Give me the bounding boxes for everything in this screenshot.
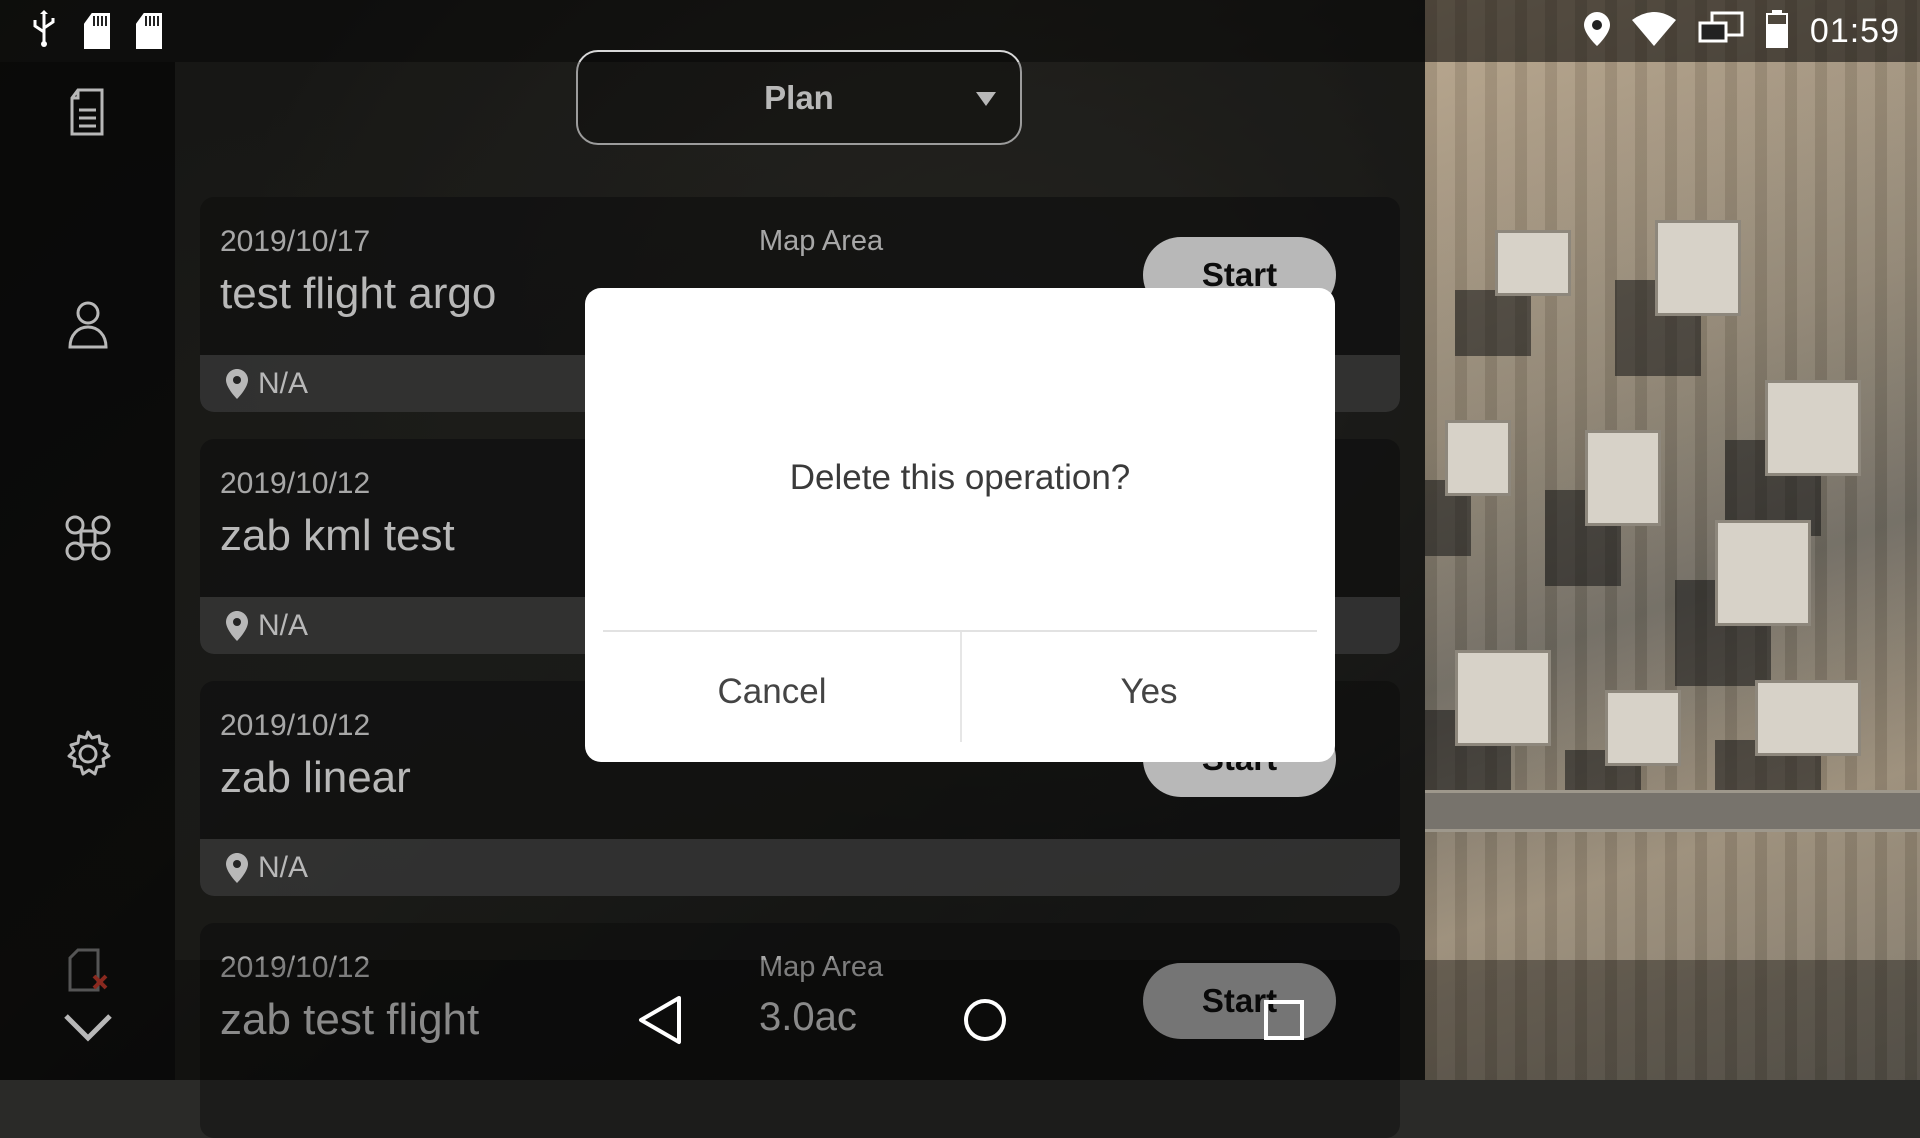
map-building <box>1655 220 1741 316</box>
delete-confirm-dialog: Delete this operation? Cancel Yes <box>585 288 1335 762</box>
location-icon <box>1583 11 1610 51</box>
screen-mirror-icon <box>1698 11 1744 52</box>
back-icon[interactable] <box>630 990 690 1050</box>
map-building <box>1495 230 1571 296</box>
home-icon[interactable] <box>955 990 1015 1050</box>
dialog-message: Delete this operation? <box>789 458 1131 497</box>
usb-icon <box>30 9 58 53</box>
sd-card-icon <box>136 13 162 49</box>
clock: 01:59 <box>1809 11 1900 50</box>
map-bottom-shade <box>1425 960 1920 1080</box>
map-building <box>1715 520 1811 626</box>
navigation-bar <box>175 960 1425 1080</box>
map-building <box>1445 420 1511 496</box>
battery-icon <box>1765 9 1788 53</box>
wifi-icon <box>1631 11 1676 51</box>
map-road <box>1425 790 1920 832</box>
map-building <box>1585 430 1661 526</box>
sd-card-icon <box>84 13 110 49</box>
map-building <box>1455 650 1551 746</box>
cancel-button[interactable]: Cancel <box>585 632 959 752</box>
satellite-map-view[interactable] <box>1425 0 1920 1080</box>
yes-button[interactable]: Yes <box>962 632 1336 752</box>
recents-icon[interactable] <box>1254 990 1314 1050</box>
map-building <box>1765 380 1861 476</box>
map-building <box>1605 690 1681 766</box>
map-building <box>1755 680 1861 756</box>
